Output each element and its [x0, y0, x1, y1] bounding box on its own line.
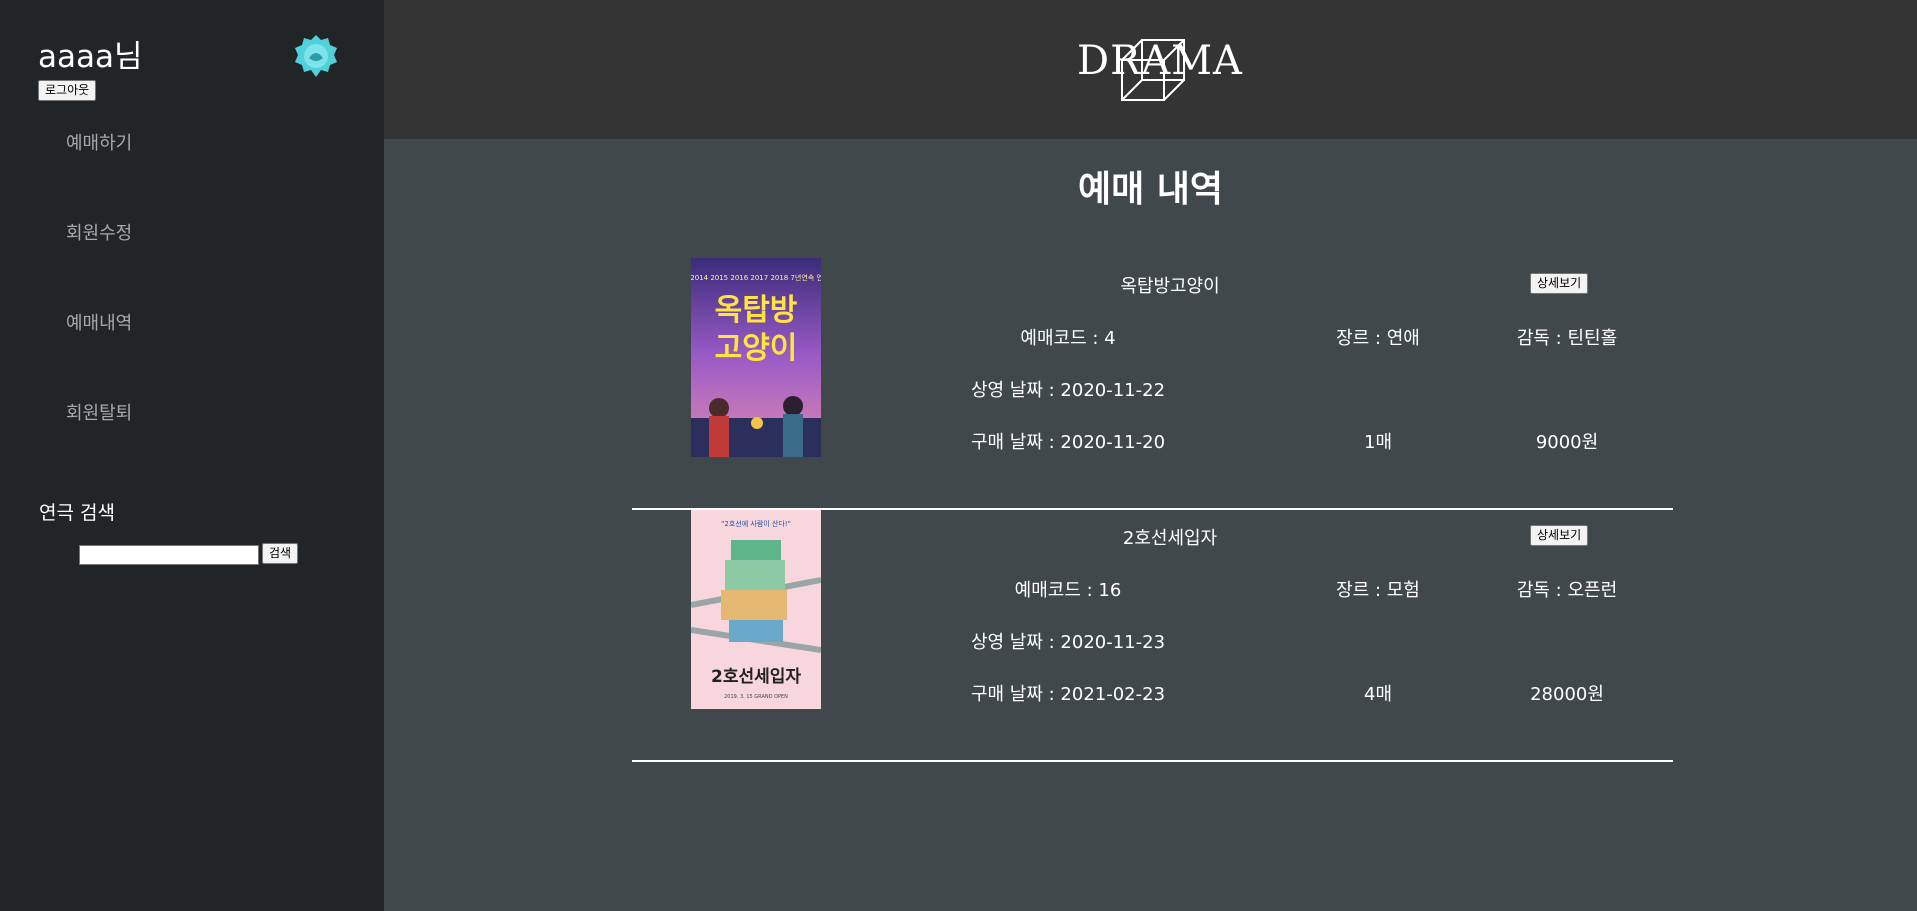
poster-headline-2: 고양이 [715, 331, 798, 366]
ticket-quantity: 4매 [1363, 684, 1393, 705]
search-title: 연극 검색 [39, 502, 115, 524]
play-search-input[interactable] [79, 545, 259, 565]
cube-logo-icon [1121, 39, 1185, 101]
menu-item-edit-member[interactable]: 회원수정 [66, 219, 132, 245]
genre: 장르 : 연애 [1336, 328, 1420, 349]
purchase-date: 구매 날짜 : 2021-02-23 [970, 684, 1166, 705]
menu-item-reservations[interactable]: 예매내역 [66, 309, 132, 335]
search-button[interactable]: 검색 [262, 543, 299, 564]
play-poster-image[interactable]: "2호선에 사람이 산다!" 2호선세입자 2019. 3. 15 GRAND … [691, 510, 821, 709]
sidebar: aaaa님 로그아웃 예매하기 회원수정 예매내역 회원탈퇴 연극 검색 검색 [0, 0, 384, 911]
ticket-quantity: 1매 [1363, 432, 1393, 453]
logout-button[interactable]: 로그아웃 [38, 80, 97, 101]
price: 28000원 [1530, 684, 1604, 705]
poster-bottom-text: 2019. 3. 15 GRAND OPEN [724, 694, 788, 700]
header: DRAMA [384, 0, 1917, 139]
avatar-badge-icon [295, 35, 337, 77]
divider [632, 760, 1673, 762]
reservation-code: 예매코드 : 4 [1020, 328, 1116, 349]
play-poster-image[interactable]: 2012 2013 2014 2015 2016 2017 2018 7년연속 … [691, 258, 821, 457]
detail-button[interactable]: 상세보기 [1530, 525, 1589, 546]
director: 감독 : 틴틴홀 [1516, 328, 1618, 349]
poster-headline: 2호선세입자 [711, 667, 801, 687]
menu-item-withdraw[interactable]: 회원탈퇴 [66, 399, 132, 425]
reservation-card: 2012 2013 2014 2015 2016 2017 2018 7년연속 … [632, 258, 1673, 510]
poster-top-text: 2012 2013 2014 2015 2016 2017 2018 7년연속 … [691, 273, 821, 282]
price: 9000원 [1535, 432, 1599, 453]
purchase-date: 구매 날짜 : 2020-11-20 [970, 432, 1166, 453]
show-date: 상영 날짜 : 2020-11-22 [970, 380, 1166, 401]
reservation-card: "2호선에 사람이 산다!" 2호선세입자 2019. 3. 15 GRAND … [632, 510, 1673, 762]
reservation-code: 예매코드 : 16 [1014, 580, 1122, 601]
genre: 장르 : 모험 [1336, 580, 1420, 601]
poster-top-text: "2호선에 사람이 산다!" [721, 519, 791, 528]
show-date: 상영 날짜 : 2020-11-23 [970, 632, 1166, 653]
page-title: 예매 내역 [1077, 169, 1223, 210]
menu-item-book[interactable]: 예매하기 [66, 129, 132, 155]
play-title: 옥탑방고양이 [1120, 276, 1220, 297]
poster-headline-1: 옥탑방 [715, 293, 798, 328]
play-title: 2호선세입자 [1122, 528, 1218, 549]
user-greeting: aaaa님 [38, 39, 143, 75]
detail-button[interactable]: 상세보기 [1530, 273, 1589, 294]
director: 감독 : 오픈런 [1516, 580, 1618, 601]
